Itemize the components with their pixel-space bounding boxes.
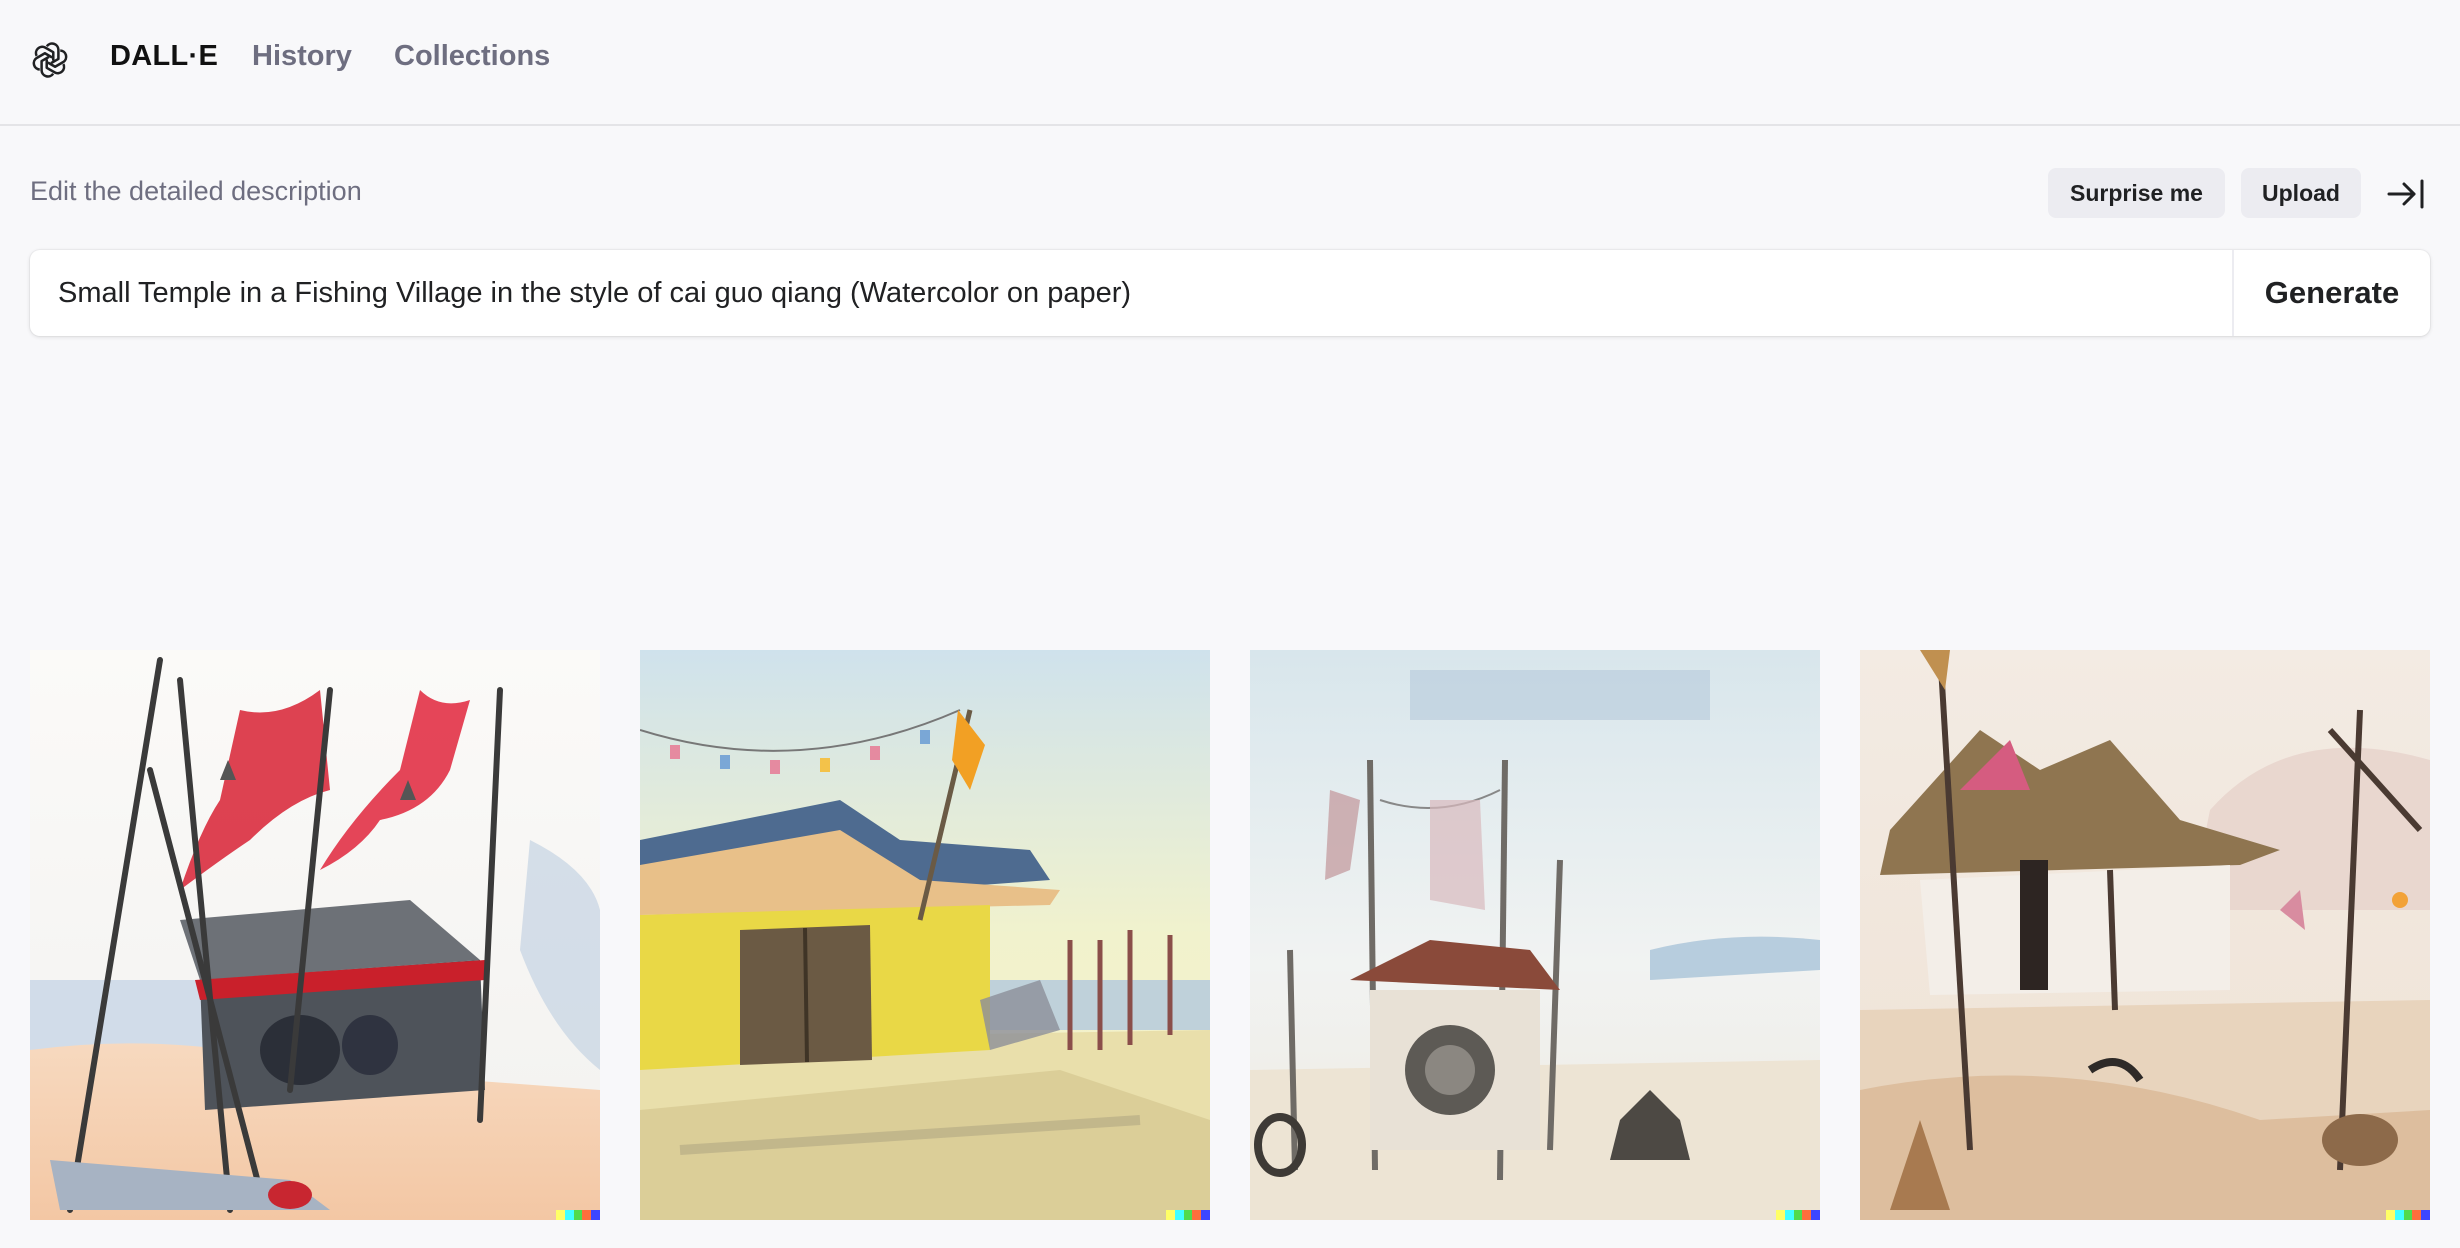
image-signature: [1166, 1210, 1210, 1220]
generated-image-4[interactable]: [1860, 650, 2430, 1220]
watercolor-temple-image-3: [1250, 650, 1820, 1220]
nav-link-collections[interactable]: Collections: [394, 40, 550, 73]
watercolor-temple-image-4: [1860, 650, 2430, 1220]
generated-images-grid: [30, 650, 2430, 1220]
nav-brand-dalle[interactable]: DALL·E: [110, 40, 218, 73]
top-navigation-bar: DALL·E History Collections: [0, 0, 2460, 126]
generated-image-1[interactable]: [30, 650, 600, 1220]
generated-image-3[interactable]: [1250, 650, 1820, 1220]
image-signature: [556, 1210, 600, 1220]
nav-link-history[interactable]: History: [252, 40, 352, 73]
watercolor-temple-image-1: [30, 650, 600, 1220]
openai-logo-icon[interactable]: [29, 39, 71, 81]
generated-image-2[interactable]: [640, 650, 1210, 1220]
generate-button[interactable]: Generate: [2234, 250, 2430, 336]
prompt-bar: Generate: [30, 250, 2430, 336]
watercolor-temple-image-2: [640, 650, 1210, 1220]
upload-button[interactable]: Upload: [2241, 168, 2361, 218]
surprise-me-button[interactable]: Surprise me: [2048, 168, 2225, 218]
prompt-input[interactable]: [30, 250, 2230, 336]
prompt-caption: Edit the detailed description: [30, 176, 362, 206]
arrow-to-right-icon[interactable]: [2386, 176, 2426, 212]
image-signature: [2386, 1210, 2430, 1220]
image-signature: [1776, 1210, 1820, 1220]
